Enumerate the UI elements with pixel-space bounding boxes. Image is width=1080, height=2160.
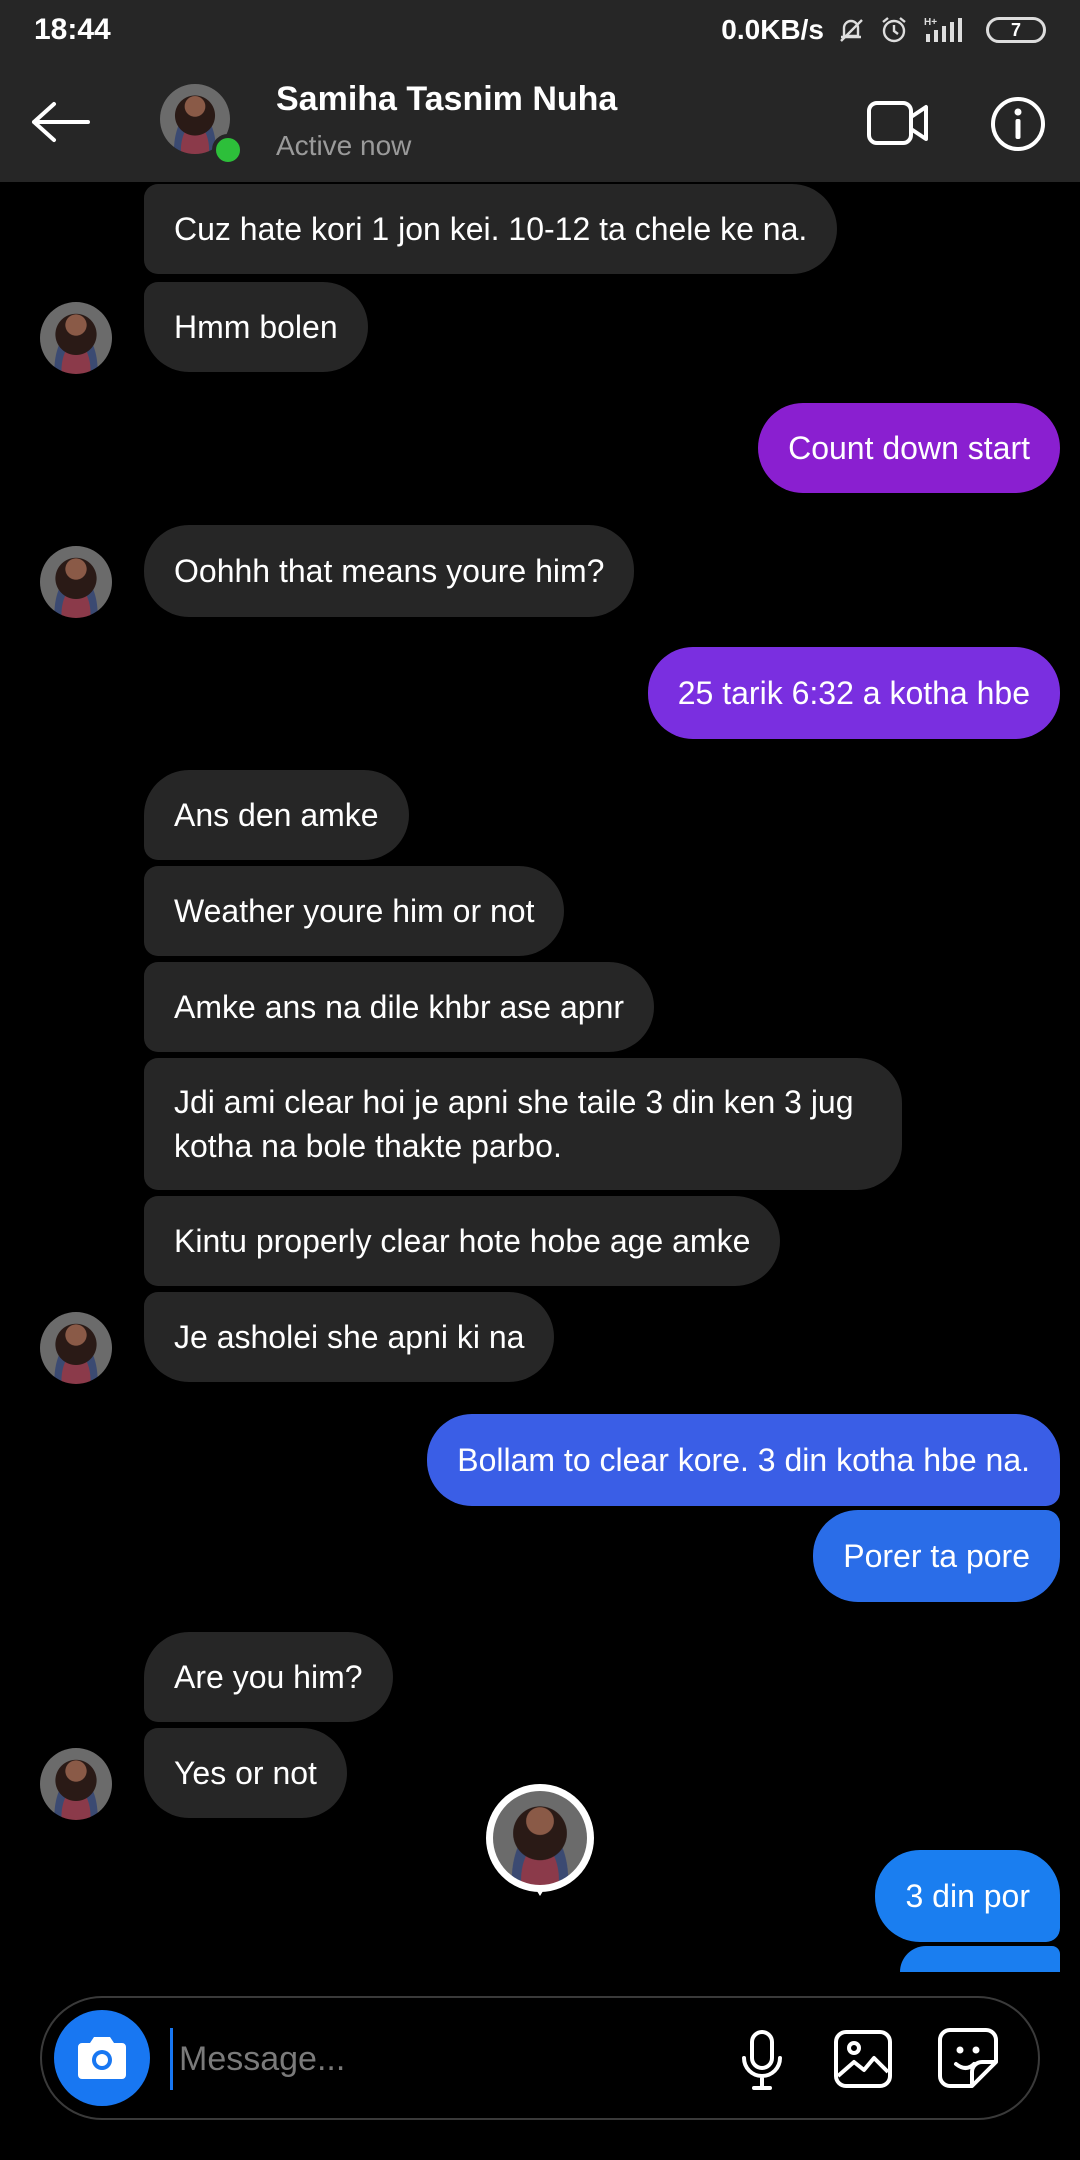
battery-level: 7 <box>1010 19 1021 40</box>
alarm-icon <box>878 14 910 46</box>
avatar[interactable] <box>40 546 112 618</box>
outgoing-message[interactable]: 3 din por <box>875 1850 1060 1942</box>
video-call-button[interactable] <box>866 98 930 148</box>
mute-icon <box>836 15 866 45</box>
camera-button[interactable] <box>54 2010 150 2106</box>
video-call-icon <box>867 101 928 145</box>
sticker-button[interactable] <box>936 2026 1000 2090</box>
online-indicator <box>212 134 244 166</box>
outgoing-message[interactable]: 25 tarik 6:32 a kotha hbe <box>647 647 1060 739</box>
avatar[interactable] <box>40 1312 112 1384</box>
message-input[interactable] <box>170 2028 741 2090</box>
camera-icon <box>78 2037 126 2079</box>
incoming-message[interactable]: Je asholei she apni ki na <box>144 1292 555 1382</box>
gallery-icon <box>834 2030 892 2088</box>
message-composer <box>40 1996 1040 2120</box>
contact-name[interactable]: Samiha Tasnim Nuha <box>276 80 617 119</box>
contact-avatar[interactable] <box>160 84 244 166</box>
contact-status: Active now <box>276 130 412 161</box>
network-speed: 0.0KB/s <box>721 14 824 45</box>
outgoing-message[interactable]: Porer ta pore <box>813 1510 1060 1602</box>
avatar[interactable] <box>40 302 112 374</box>
incoming-message[interactable]: Jdi ami clear hoi je apni she taile 3 di… <box>144 1058 902 1190</box>
incoming-message[interactable]: Kintu properly clear hote hobe age amke <box>144 1196 781 1286</box>
incoming-message[interactable]: Cuz hate kori 1 jon kei. 10-12 ta chele … <box>144 184 838 274</box>
status-time: 18:44 <box>34 13 111 46</box>
gallery-button[interactable] <box>832 2028 894 2090</box>
outgoing-message[interactable]: Bollam to clear kore. 3 din kotha hbe na… <box>427 1414 1060 1506</box>
microphone-button[interactable] <box>732 2028 792 2092</box>
info-button[interactable] <box>990 96 1046 152</box>
incoming-message[interactable]: Ans den amke <box>144 770 409 860</box>
incoming-message[interactable]: Are you him? <box>144 1632 393 1722</box>
info-icon <box>991 97 1045 151</box>
back-arrow-icon <box>32 102 90 142</box>
incoming-message[interactable]: Weather youre him or not <box>144 866 565 956</box>
outgoing-message[interactable]: Count down start <box>758 403 1060 493</box>
avatar[interactable] <box>40 1748 112 1820</box>
status-icons: 0.0KB/s H+ 7 <box>721 14 1046 46</box>
avatar <box>493 1791 587 1885</box>
status-bar: 18:44 0.0KB/s H+ 7 <box>0 0 1080 60</box>
incoming-message[interactable]: Oohhh that means youre him? <box>144 525 635 617</box>
incoming-message[interactable]: Hmm bolen <box>144 282 368 372</box>
incoming-message[interactable]: Yes or not <box>144 1728 347 1818</box>
network-type-label: H+ <box>924 17 937 28</box>
outgoing-message-partial[interactable] <box>900 1946 1060 1972</box>
sticker-icon <box>938 2028 998 2088</box>
signal-icon: H+ <box>922 14 974 46</box>
battery-icon: 7 <box>986 17 1046 43</box>
back-button[interactable] <box>28 98 92 146</box>
seen-indicator <box>486 1784 594 1914</box>
chat-header: Samiha Tasnim Nuha Active now <box>0 60 1080 182</box>
microphone-icon <box>742 2030 782 2090</box>
incoming-message[interactable]: Amke ans na dile khbr ase apnr <box>144 962 655 1052</box>
